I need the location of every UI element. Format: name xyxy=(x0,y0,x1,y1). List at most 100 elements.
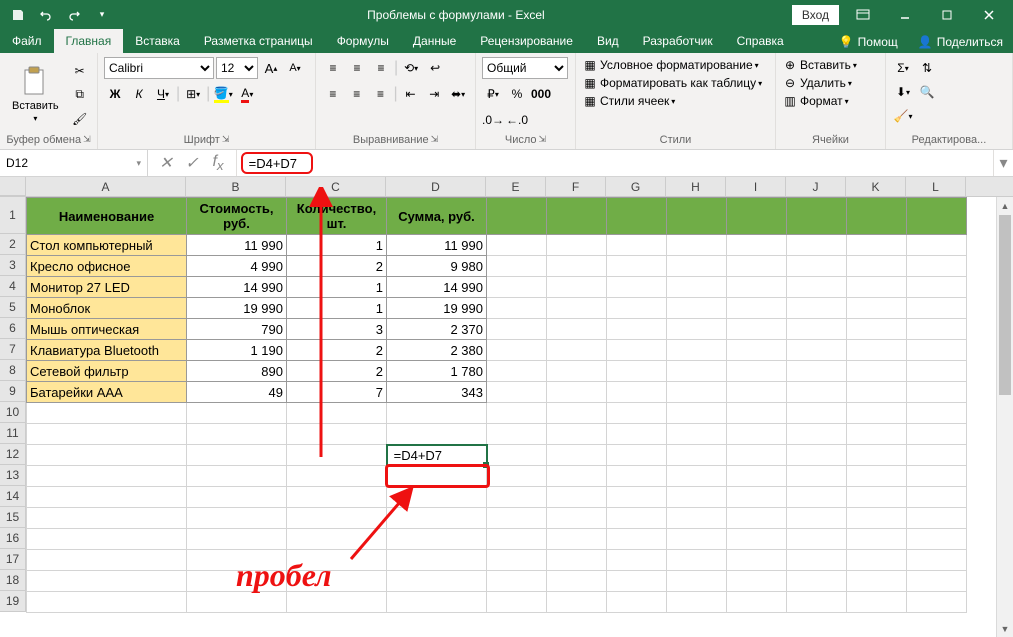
name-box-input[interactable] xyxy=(6,156,106,170)
cell-K1[interactable] xyxy=(847,198,907,235)
cell-D2[interactable]: 11 990 xyxy=(387,235,487,256)
autosum-icon[interactable]: Σ▾ xyxy=(892,57,914,79)
cell-F3[interactable] xyxy=(547,256,607,277)
row-header-7[interactable]: 7 xyxy=(0,339,26,360)
cell-B11[interactable] xyxy=(187,424,287,445)
tab-home[interactable]: Главная xyxy=(54,29,124,53)
cell-I10[interactable] xyxy=(727,403,787,424)
cell-E15[interactable] xyxy=(487,508,547,529)
cell-I8[interactable] xyxy=(727,361,787,382)
row-header-15[interactable]: 15 xyxy=(0,507,26,528)
cell-C9[interactable]: 7 xyxy=(287,382,387,403)
accept-formula-icon[interactable]: ✓ xyxy=(182,153,202,173)
cell-H4[interactable] xyxy=(667,277,727,298)
copy-icon[interactable]: ⧉ xyxy=(69,84,91,106)
row-header-13[interactable]: 13 xyxy=(0,465,26,486)
cell-C6[interactable]: 3 xyxy=(287,319,387,340)
cell-A15[interactable] xyxy=(27,508,187,529)
tab-page-layout[interactable]: Разметка страницы xyxy=(192,29,325,53)
minimize-icon[interactable] xyxy=(887,0,923,29)
cell-A9[interactable]: Батарейки AAA xyxy=(27,382,187,403)
cell-B6[interactable]: 790 xyxy=(187,319,287,340)
font-launcher-icon[interactable]: ⇲ xyxy=(222,134,230,145)
cell-G11[interactable] xyxy=(607,424,667,445)
cell-E12[interactable] xyxy=(487,445,547,466)
cell-G9[interactable] xyxy=(607,382,667,403)
cell-E17[interactable] xyxy=(487,550,547,571)
cell-C16[interactable] xyxy=(287,529,387,550)
cell-H17[interactable] xyxy=(667,550,727,571)
row-header-8[interactable]: 8 xyxy=(0,360,26,381)
cell-J17[interactable] xyxy=(787,550,847,571)
cell-I16[interactable] xyxy=(727,529,787,550)
insert-cells-button[interactable]: ⊕Вставить▾ xyxy=(782,57,879,73)
row-header-11[interactable]: 11 xyxy=(0,423,26,444)
find-icon[interactable]: 🔍 xyxy=(916,81,938,103)
cell-J6[interactable] xyxy=(787,319,847,340)
cell-D9[interactable]: 343 xyxy=(387,382,487,403)
align-left-icon[interactable]: ≡ xyxy=(322,83,344,105)
align-bottom-icon[interactable]: ≡ xyxy=(370,57,392,79)
cell-A19[interactable] xyxy=(27,592,187,613)
row-header-10[interactable]: 10 xyxy=(0,402,26,423)
col-header-H[interactable]: H xyxy=(666,177,726,196)
cell-D15[interactable] xyxy=(387,508,487,529)
cell-H8[interactable] xyxy=(667,361,727,382)
number-format-combo[interactable]: Общий xyxy=(482,57,568,79)
cell-J7[interactable] xyxy=(787,340,847,361)
maximize-icon[interactable] xyxy=(929,0,965,29)
close-icon[interactable] xyxy=(971,0,1007,29)
cell-A3[interactable]: Кресло офисное xyxy=(27,256,187,277)
cell-G2[interactable] xyxy=(607,235,667,256)
vertical-scrollbar[interactable]: ▲ ▼ xyxy=(996,197,1013,637)
cell-D16[interactable] xyxy=(387,529,487,550)
cell-I14[interactable] xyxy=(727,487,787,508)
cell-G8[interactable] xyxy=(607,361,667,382)
cell-F14[interactable] xyxy=(547,487,607,508)
cell-G17[interactable] xyxy=(607,550,667,571)
cell-D8[interactable]: 1 780 xyxy=(387,361,487,382)
increase-font-icon[interactable]: A▴ xyxy=(260,57,282,79)
cell-L11[interactable] xyxy=(907,424,967,445)
cell-F6[interactable] xyxy=(547,319,607,340)
cell-B14[interactable] xyxy=(187,487,287,508)
cell-G14[interactable] xyxy=(607,487,667,508)
cell-H6[interactable] xyxy=(667,319,727,340)
cell-H2[interactable] xyxy=(667,235,727,256)
align-center-icon[interactable]: ≡ xyxy=(346,83,368,105)
percent-icon[interactable]: % xyxy=(506,83,528,105)
cell-G3[interactable] xyxy=(607,256,667,277)
cell-J14[interactable] xyxy=(787,487,847,508)
cell-H12[interactable] xyxy=(667,445,727,466)
cell-L15[interactable] xyxy=(907,508,967,529)
cell-B2[interactable]: 11 990 xyxy=(187,235,287,256)
cell-G7[interactable] xyxy=(607,340,667,361)
cell-F4[interactable] xyxy=(547,277,607,298)
col-header-D[interactable]: D xyxy=(386,177,486,196)
cell-C14[interactable] xyxy=(287,487,387,508)
cell-I9[interactable] xyxy=(727,382,787,403)
cell-F12[interactable] xyxy=(547,445,607,466)
select-all-corner[interactable] xyxy=(0,177,26,196)
cell-C15[interactable] xyxy=(287,508,387,529)
cell-E2[interactable] xyxy=(487,235,547,256)
increase-indent-icon[interactable]: ⇥ xyxy=(423,83,445,105)
cell-K7[interactable] xyxy=(847,340,907,361)
cell-A16[interactable] xyxy=(27,529,187,550)
number-launcher-icon[interactable]: ⇲ xyxy=(539,134,547,145)
col-header-J[interactable]: J xyxy=(786,177,846,196)
cell-F19[interactable] xyxy=(547,592,607,613)
cell-J13[interactable] xyxy=(787,466,847,487)
align-middle-icon[interactable]: ≡ xyxy=(346,57,368,79)
cell-B17[interactable] xyxy=(187,550,287,571)
cell-C19[interactable] xyxy=(287,592,387,613)
cell-E14[interactable] xyxy=(487,487,547,508)
cell-K5[interactable] xyxy=(847,298,907,319)
cell-G16[interactable] xyxy=(607,529,667,550)
chevron-down-icon[interactable]: ▾ xyxy=(136,158,141,169)
cell-F1[interactable] xyxy=(547,198,607,235)
cell-L9[interactable] xyxy=(907,382,967,403)
cell-B4[interactable]: 14 990 xyxy=(187,277,287,298)
cell-D3[interactable]: 9 980 xyxy=(387,256,487,277)
cell-K12[interactable] xyxy=(847,445,907,466)
